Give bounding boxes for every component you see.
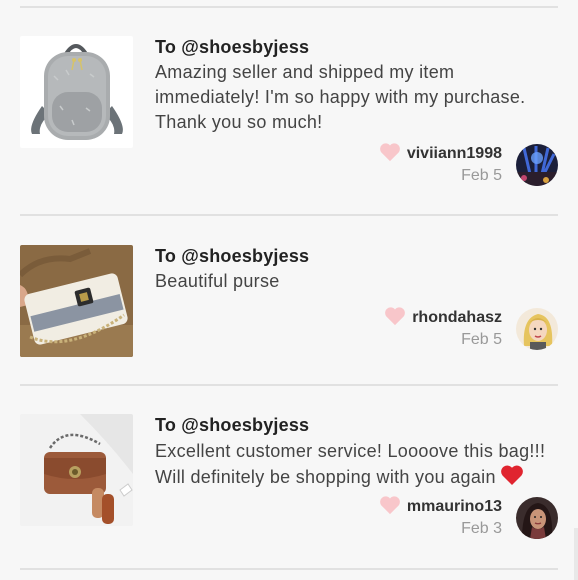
review-item: To @shoesbyjess Excellent customer servi… xyxy=(0,0,578,539)
product-thumbnail[interactable] xyxy=(20,414,133,526)
product-thumbnail[interactable] xyxy=(20,245,133,357)
review-text: Beautiful purse xyxy=(155,269,555,294)
review-text-line: Will definitely be shopping with you aga… xyxy=(155,467,496,487)
scrollbar[interactable] xyxy=(574,528,578,580)
recipient-label[interactable]: To @shoesbyjess xyxy=(155,246,309,267)
recipient-label[interactable]: To @shoesbyjess xyxy=(155,415,309,436)
review-date: Feb 5 xyxy=(461,331,502,348)
crossbody-bag-icon xyxy=(20,414,133,526)
purse-icon xyxy=(20,245,133,357)
reviewer-username[interactable]: rhondahasz xyxy=(412,309,502,327)
reviewer-username[interactable]: mmaurino13 xyxy=(407,498,502,516)
review-meta: mmaurino13 Feb 3 xyxy=(379,495,502,538)
divider xyxy=(20,214,558,216)
woman-portrait-avatar-icon xyxy=(516,497,558,539)
avatar[interactable] xyxy=(516,308,558,350)
review-text-line: Excellent customer service! Loooove this… xyxy=(155,441,546,461)
avatar[interactable] xyxy=(516,497,558,539)
divider xyxy=(20,568,558,570)
red-heart-emoji-icon xyxy=(500,464,524,493)
review-text-line-with-emoji: Will definitely be shopping with you aga… xyxy=(155,464,555,493)
review-text: Excellent customer service! Loooove this… xyxy=(155,439,555,493)
review-meta: rhondahasz Feb 5 xyxy=(384,306,502,349)
divider xyxy=(20,384,558,386)
review-text-line: Beautiful purse xyxy=(155,271,280,291)
heart-icon[interactable] xyxy=(384,306,406,331)
heart-icon[interactable] xyxy=(379,495,401,520)
review-date: Feb 3 xyxy=(461,520,502,537)
cartoon-blonde-avatar-icon xyxy=(516,308,558,350)
